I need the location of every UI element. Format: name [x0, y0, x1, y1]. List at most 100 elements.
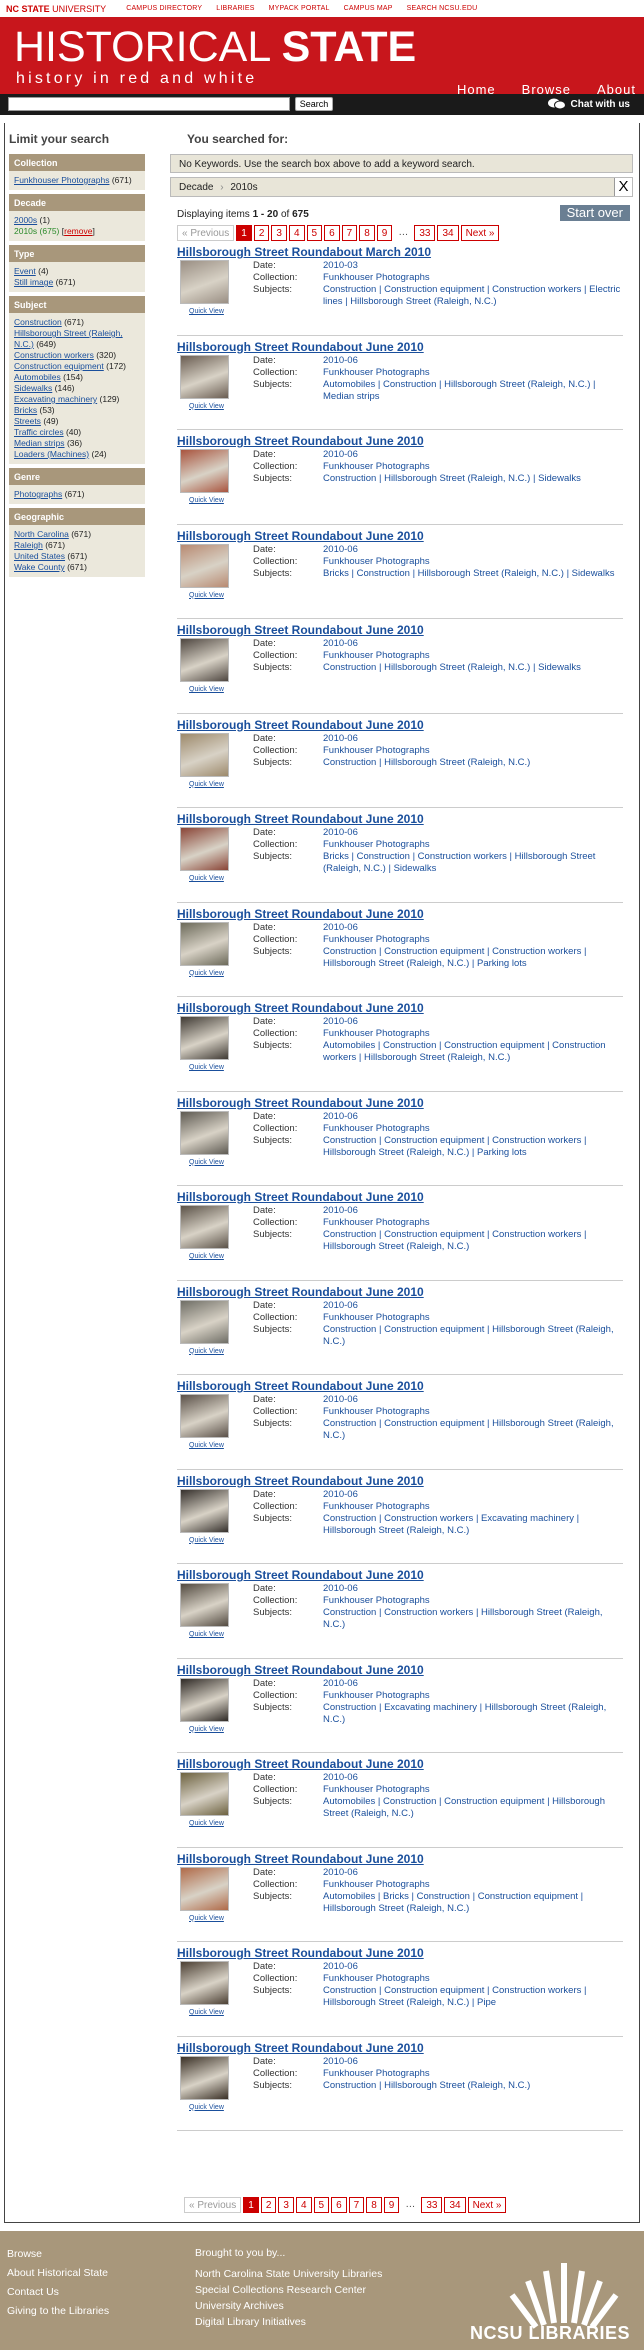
result-title-link[interactable]: Hillsborough Street Roundabout June 2010 — [177, 1001, 424, 1015]
result-title-link[interactable]: Hillsborough Street Roundabout June 2010 — [177, 1568, 424, 1582]
meta-value-collection[interactable]: Funkhouser Photographs — [323, 461, 430, 473]
site-title[interactable]: HISTORICAL STATE — [14, 26, 416, 69]
quick-view-link[interactable]: Quick View — [189, 1253, 224, 1260]
footer-about-link[interactable]: About Historical State — [7, 2267, 108, 2279]
facet-link[interactable]: Bricks — [14, 405, 37, 415]
meta-value-subjects[interactable]: Construction | Hillsborough Street (Rale… — [323, 2080, 530, 2092]
campus-directory-link[interactable]: CAMPUS DIRECTORY — [126, 5, 202, 12]
meta-value-collection[interactable]: Funkhouser Photographs — [323, 839, 430, 851]
meta-value-collection[interactable]: Funkhouser Photographs — [323, 1312, 430, 1324]
quick-view-link[interactable]: Quick View — [189, 308, 224, 315]
facet-link[interactable]: Construction equipment — [14, 361, 104, 371]
meta-value-collection[interactable]: Funkhouser Photographs — [323, 1028, 430, 1040]
pager-page-7[interactable]: 7 — [348, 2197, 365, 2213]
quick-view-link[interactable]: Quick View — [189, 1726, 224, 1733]
facet-link[interactable]: 2010s — [14, 226, 37, 236]
result-title-link[interactable]: Hillsborough Street Roundabout June 2010 — [177, 434, 424, 448]
facet-link[interactable]: Median strips — [14, 438, 65, 448]
meta-value-collection[interactable]: Funkhouser Photographs — [323, 934, 430, 946]
pager-page-6[interactable]: 6 — [331, 2197, 347, 2213]
facet-link[interactable]: Wake County — [14, 562, 65, 572]
quick-view-link[interactable]: Quick View — [189, 1537, 224, 1544]
pager-page-6[interactable]: 6 — [324, 225, 340, 241]
meta-value-collection[interactable]: Funkhouser Photographs — [323, 367, 430, 379]
footer-giving-link[interactable]: Giving to the Libraries — [7, 2305, 109, 2317]
search-input[interactable] — [8, 97, 290, 111]
pager-page-4[interactable]: 4 — [295, 2197, 312, 2213]
pager-page-7[interactable]: 7 — [341, 225, 358, 241]
result-thumbnail[interactable] — [180, 260, 229, 304]
quick-view-link[interactable]: Quick View — [189, 2009, 224, 2016]
meta-value-subjects[interactable]: Automobiles | Construction | Hillsboroug… — [323, 379, 623, 403]
pager-page-2[interactable]: 2 — [253, 225, 270, 241]
meta-value-collection[interactable]: Funkhouser Photographs — [323, 1973, 430, 1985]
facet-link[interactable]: Streets — [14, 416, 41, 426]
facet-link[interactable]: Construction — [14, 317, 62, 327]
result-title-link[interactable]: Hillsborough Street Roundabout June 2010 — [177, 2041, 424, 2055]
result-thumbnail[interactable] — [180, 1772, 229, 1816]
start-over-button[interactable]: Start over — [559, 205, 630, 221]
result-thumbnail[interactable] — [180, 543, 229, 588]
result-title-link[interactable]: Hillsborough Street Roundabout June 2010 — [177, 1946, 424, 1960]
quick-view-link[interactable]: Quick View — [189, 1631, 224, 1638]
ncstate-logo[interactable]: NC STATE UNIVERSITY — [6, 4, 106, 14]
pager-next[interactable]: Next » — [467, 2197, 507, 2213]
meta-value-collection[interactable]: Funkhouser Photographs — [323, 1595, 430, 1607]
meta-value-collection[interactable]: Funkhouser Photographs — [323, 1217, 430, 1229]
meta-value-collection[interactable]: Funkhouser Photographs — [323, 650, 430, 662]
meta-value-subjects[interactable]: Construction | Excavating machinery | Hi… — [323, 1702, 623, 1726]
footer-org-libraries[interactable]: North Carolina State University Librarie… — [195, 2268, 382, 2280]
facet-link[interactable]: Funkhouser Photographs — [14, 175, 109, 185]
search-ncsu-link[interactable]: SEARCH NCSU.EDU — [407, 5, 478, 12]
meta-value-collection[interactable]: Funkhouser Photographs — [323, 2068, 430, 2080]
pager-page-9[interactable]: 9 — [383, 2197, 400, 2213]
meta-value-subjects[interactable]: Construction | Construction equipment | … — [323, 1135, 623, 1159]
pager-page-34[interactable]: 34 — [437, 225, 459, 241]
meta-value-subjects[interactable]: Construction | Construction equipment | … — [323, 284, 623, 308]
facet-link[interactable]: Excavating machinery — [14, 394, 97, 404]
quick-view-link[interactable]: Quick View — [189, 592, 224, 599]
result-title-link[interactable]: Hillsborough Street Roundabout June 2010 — [177, 1474, 424, 1488]
quick-view-link[interactable]: Quick View — [189, 1159, 224, 1166]
quick-view-link[interactable]: Quick View — [189, 686, 224, 693]
meta-value-subjects[interactable]: Automobiles | Bricks | Construction | Co… — [323, 1891, 623, 1915]
result-title-link[interactable]: Hillsborough Street Roundabout June 2010 — [177, 1757, 424, 1771]
campus-map-link[interactable]: CAMPUS MAP — [344, 5, 393, 12]
meta-value-collection[interactable]: Funkhouser Photographs — [323, 1123, 430, 1135]
quick-view-link[interactable]: Quick View — [189, 1820, 224, 1827]
facet-link[interactable]: Sidewalks — [14, 383, 52, 393]
result-thumbnail[interactable] — [180, 1205, 229, 1249]
footer-org-archives[interactable]: University Archives — [195, 2300, 284, 2312]
result-title-link[interactable]: Hillsborough Street Roundabout June 2010 — [177, 1190, 424, 1204]
pager-page-2[interactable]: 2 — [260, 2197, 277, 2213]
result-title-link[interactable]: Hillsborough Street Roundabout June 2010 — [177, 718, 424, 732]
result-title-link[interactable]: Hillsborough Street Roundabout June 2010 — [177, 1663, 424, 1677]
pager-page-5[interactable]: 5 — [313, 2197, 330, 2213]
result-thumbnail[interactable] — [180, 638, 229, 682]
quick-view-link[interactable]: Quick View — [189, 2104, 224, 2111]
meta-value-subjects[interactable]: Construction | Hillsborough Street (Rale… — [323, 757, 530, 769]
facet-link[interactable]: Construction workers — [14, 350, 94, 360]
chat-link[interactable]: Chat with us — [547, 98, 630, 110]
result-thumbnail[interactable] — [180, 449, 229, 493]
result-title-link[interactable]: Hillsborough Street Roundabout June 2010 — [177, 1852, 424, 1866]
quick-view-link[interactable]: Quick View — [189, 875, 224, 882]
result-title-link[interactable]: Hillsborough Street Roundabout June 2010 — [177, 812, 424, 826]
result-title-link[interactable]: Hillsborough Street Roundabout March 201… — [177, 245, 431, 259]
result-thumbnail[interactable] — [180, 921, 229, 966]
meta-value-subjects[interactable]: Construction | Construction workers | Ex… — [323, 1513, 623, 1537]
result-thumbnail[interactable] — [180, 1488, 229, 1533]
pager-page-33[interactable]: 33 — [414, 225, 436, 241]
result-thumbnail[interactable] — [180, 1110, 229, 1155]
quick-view-link[interactable]: Quick View — [189, 1064, 224, 1071]
result-title-link[interactable]: Hillsborough Street Roundabout June 2010 — [177, 529, 424, 543]
pager-page-9[interactable]: 9 — [376, 225, 393, 241]
quick-view-link[interactable]: Quick View — [189, 1348, 224, 1355]
result-title-link[interactable]: Hillsborough Street Roundabout June 2010 — [177, 1285, 424, 1299]
result-thumbnail[interactable] — [180, 354, 229, 399]
result-thumbnail[interactable] — [180, 1866, 229, 1911]
meta-value-subjects[interactable]: Construction | Construction equipment | … — [323, 1324, 623, 1348]
result-thumbnail[interactable] — [180, 1394, 229, 1438]
meta-value-collection[interactable]: Funkhouser Photographs — [323, 556, 430, 568]
result-thumbnail[interactable] — [180, 1299, 229, 1344]
